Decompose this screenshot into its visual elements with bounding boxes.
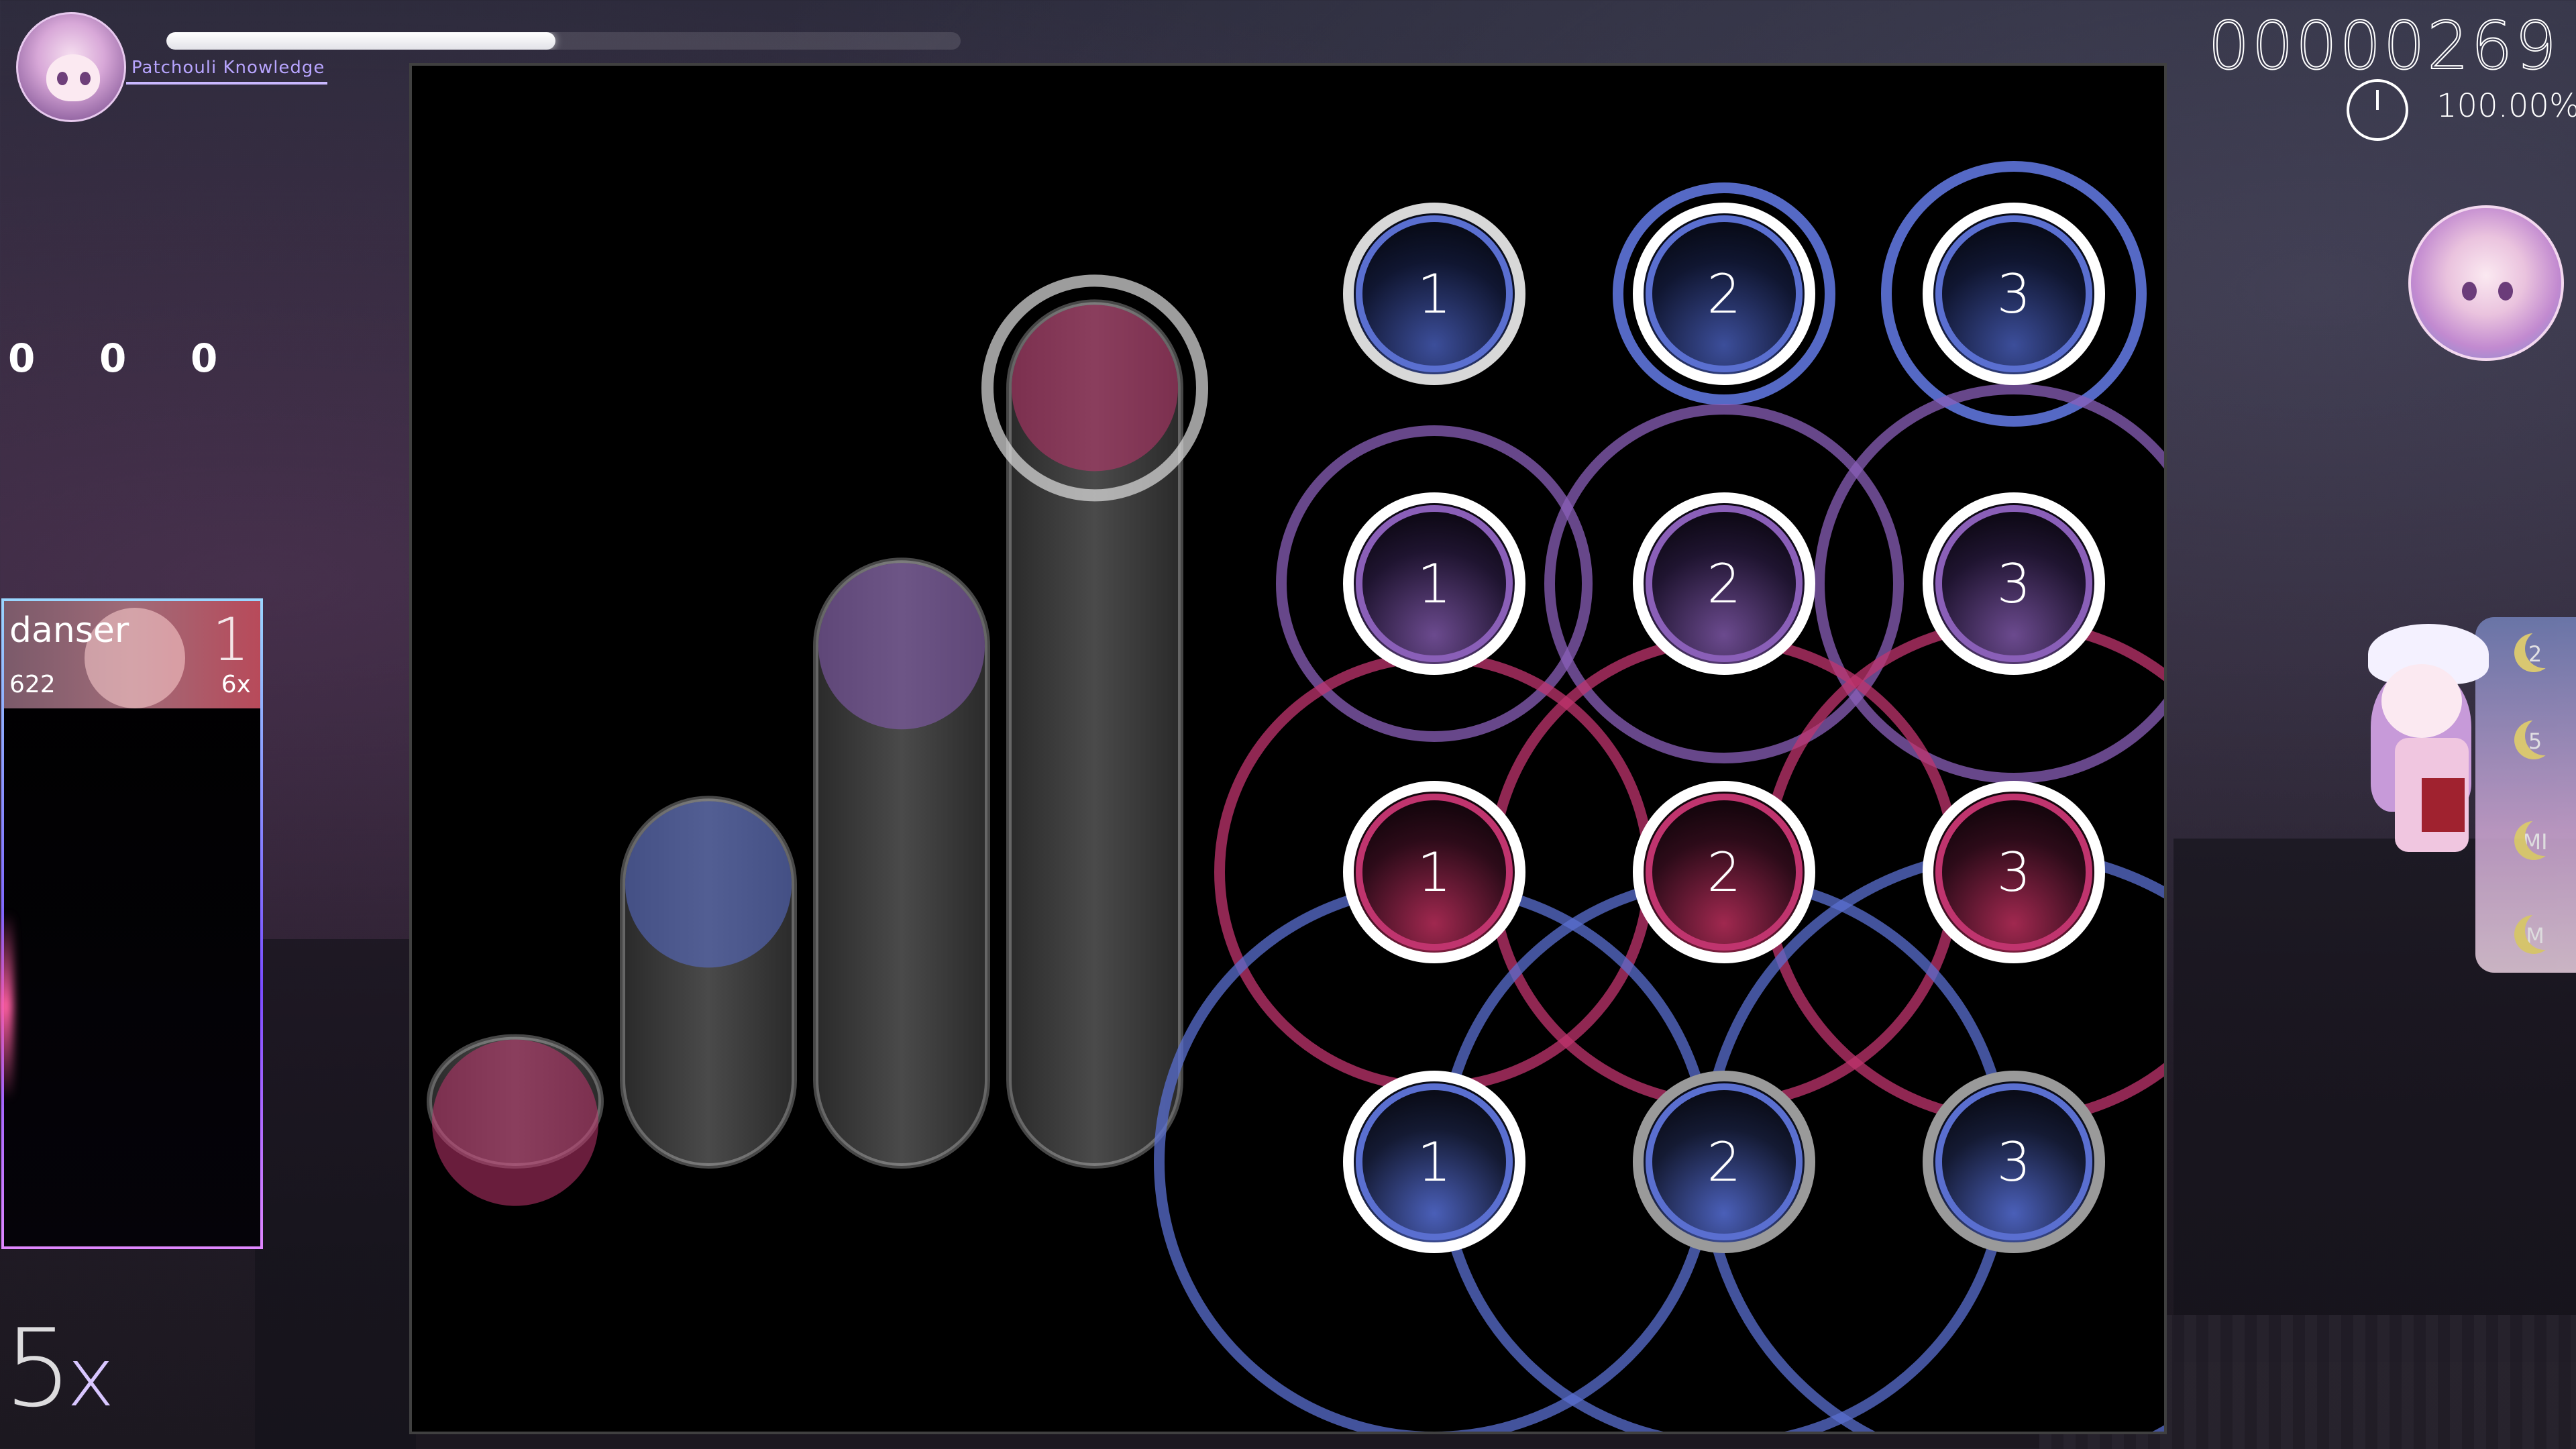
player-name-underline [126,82,327,85]
hit-circle-number: 1 [1417,1131,1452,1193]
mod-icon-3: MI [2512,818,2559,865]
hit-circle-number: 2 [1707,841,1741,904]
health-bar-fill [166,32,556,50]
leaderboard-score: 622 [9,671,56,698]
mod-icon-2: 5 [2512,718,2559,765]
hit-circle-number: 3 [1997,841,2031,904]
slider-head-3 [818,563,985,730]
hit-circle-number: 1 [1417,841,1452,904]
hit-circle-number: 3 [1997,1131,2031,1193]
hit-circle-number: 3 [1997,263,2031,325]
slider-head-1 [432,1039,598,1206]
hit-circle-number: 3 [1997,553,2031,615]
player-name: Patchouli Knowledge [131,58,325,78]
leaderboard-panel: danser 622 1 6x [1,598,263,1249]
hit-circles: 1 2 3 1 2 3 1 2 3 1 2 3 [1343,203,2105,1253]
key-counter-2: 0 [99,335,127,381]
health-bar [166,32,961,50]
leaderboard-player-name: danser [9,610,129,651]
leaderboard-glow [0,912,13,1100]
key-counter-3: 0 [191,335,218,381]
background-building-left [255,939,416,1449]
leaderboard-entry: danser 622 1 6x [4,601,260,708]
spectator-avatar [2408,205,2564,361]
hit-circle-number: 1 [1417,553,1452,615]
leaderboard-rank: 1 [212,605,250,674]
slider-columns [427,274,1208,1206]
hit-circle-number: 2 [1707,1131,1741,1193]
player-avatar [16,12,126,122]
combo-counter: 5x [4,1315,115,1425]
hit-circle-number: 1 [1417,263,1452,325]
playfield[interactable]: 1 2 3 1 2 3 1 2 3 1 2 3 [409,63,2167,1434]
hit-circle-number: 2 [1707,553,1741,615]
leaderboard-combo: 6x [221,671,251,698]
progress-pie-icon [2347,79,2408,141]
combo-suffix: x [66,1332,115,1425]
character-sprite [2355,624,2496,885]
mod-icon-4: M [2512,912,2559,959]
key-counter-1: 0 [8,335,36,381]
playfield-canvas: 1 2 3 1 2 3 1 2 3 1 2 3 [427,161,2164,1432]
combo-count: 5 [4,1305,72,1431]
hit-circle-number: 2 [1707,263,1741,325]
mod-icon-1: 2 [2512,631,2559,678]
accuracy-display: 100.00% [2436,87,2576,125]
score-display: 00000269 [2207,7,2559,85]
slider-head-2 [625,801,792,968]
slider-head-4 [1012,305,1178,472]
